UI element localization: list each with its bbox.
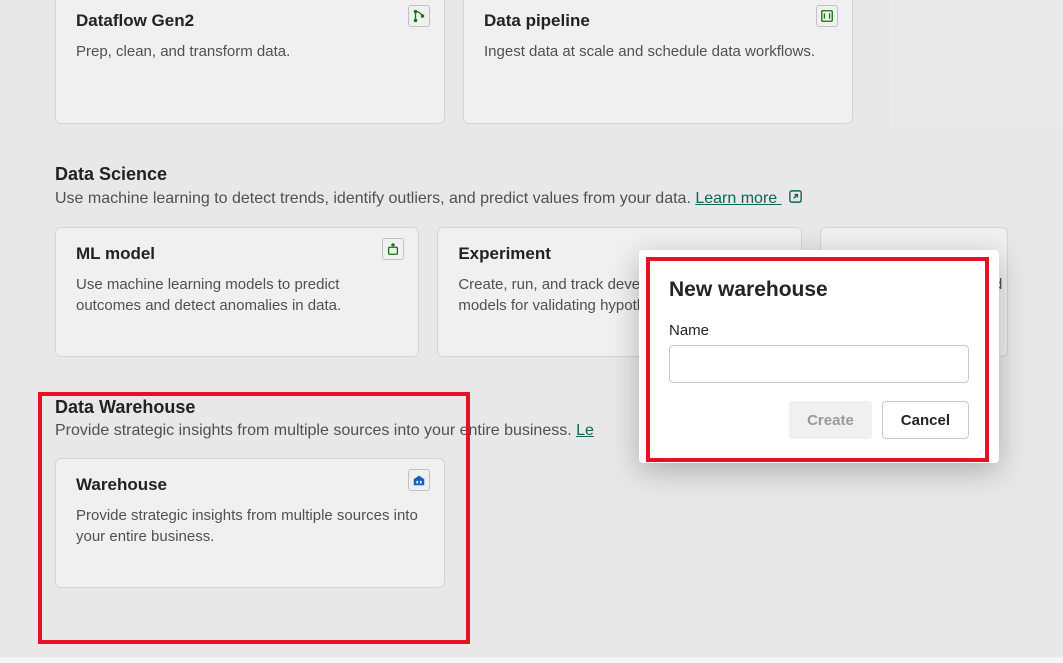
cancel-button[interactable]: Cancel: [882, 401, 969, 439]
dataflow-icon: [408, 5, 430, 27]
dialog-title: New warehouse: [669, 278, 969, 302]
warehouse-icon: [408, 469, 430, 491]
learn-more-link[interactable]: Le: [576, 422, 594, 439]
learn-more-link[interactable]: Learn more: [695, 190, 781, 207]
ml-model-icon: [382, 238, 404, 260]
pipeline-icon: [816, 5, 838, 27]
card-desc: Prep, clean, and transform data.: [76, 41, 424, 62]
card-data-pipeline[interactable]: Data pipeline Ingest data at scale and s…: [463, 0, 853, 124]
section-desc-data-science: Use machine learning to detect trends, i…: [55, 189, 1008, 209]
card-title: Dataflow Gen2: [76, 11, 424, 31]
card-desc: Ingest data at scale and schedule data w…: [484, 41, 832, 62]
name-input[interactable]: [669, 345, 969, 383]
card-title: Data pipeline: [484, 11, 832, 31]
card-warehouse[interactable]: Warehouse Provide strategic insights fro…: [55, 458, 445, 588]
section-title-data-science: Data Science: [55, 164, 1008, 185]
new-warehouse-dialog: New warehouse Name Create Cancel: [639, 250, 999, 463]
external-link-icon: [788, 189, 803, 209]
name-label: Name: [669, 322, 969, 339]
section-desc-text: Provide strategic insights from multiple…: [55, 422, 576, 439]
card-desc: Use machine learning models to predict o…: [76, 274, 398, 316]
card-ml-model[interactable]: ML model Use machine learning models to …: [55, 227, 419, 357]
card-dataflow-gen2[interactable]: Dataflow Gen2 Prep, clean, and transform…: [55, 0, 445, 124]
card-desc: Provide strategic insights from multiple…: [76, 505, 424, 547]
create-button[interactable]: Create: [789, 401, 872, 439]
section-desc-text: Use machine learning to detect trends, i…: [55, 190, 695, 207]
card-title: Warehouse: [76, 475, 424, 495]
card-title: ML model: [76, 244, 398, 264]
